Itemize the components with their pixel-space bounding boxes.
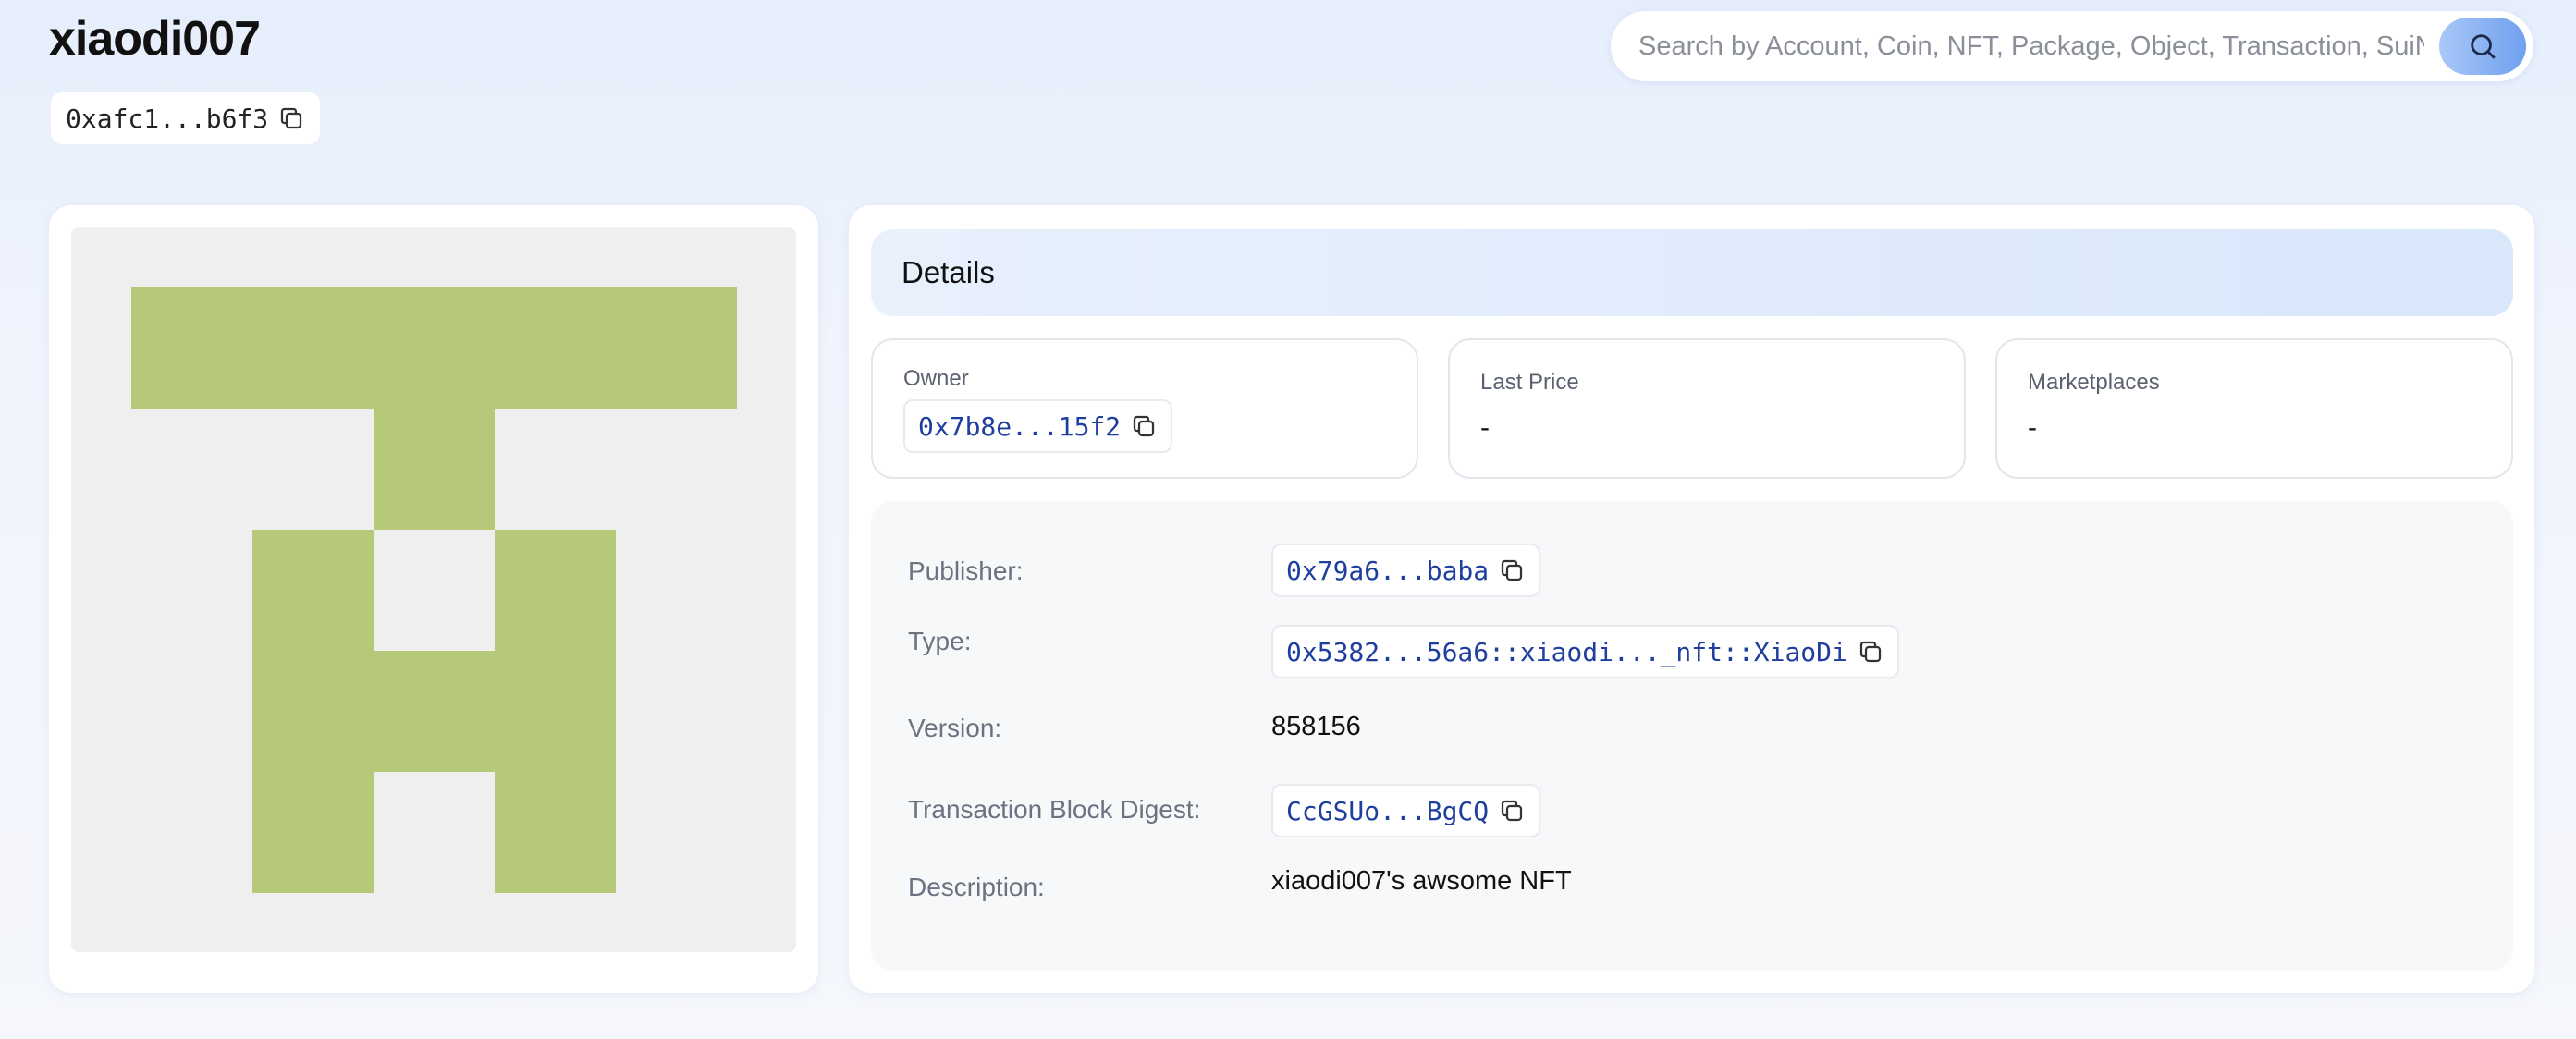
description-label: Description: — [908, 873, 1045, 901]
owner-card: Owner 0x7b8e...15f2 — [871, 338, 1418, 479]
copy-icon[interactable] — [1498, 797, 1526, 825]
owner-address: 0x7b8e...15f2 — [918, 410, 1122, 442]
type-label: Type: — [908, 627, 972, 655]
owner-address-link[interactable]: 0x7b8e...15f2 — [903, 399, 1173, 453]
marketplaces-card: Marketplaces - — [1995, 338, 2513, 479]
digest-link[interactable]: CcGSUo...BgCQ — [1271, 784, 1541, 837]
copy-icon[interactable] — [277, 104, 305, 132]
copy-icon[interactable] — [1498, 556, 1526, 584]
type-value: 0x5382...56a6::xiaodi..._nft::XiaoDi — [1286, 636, 1847, 667]
nft-pixel — [495, 530, 616, 893]
nft-image[interactable] — [71, 227, 796, 952]
type-link[interactable]: 0x5382...56a6::xiaodi..._nft::XiaoDi — [1271, 625, 1899, 678]
owner-label: Owner — [903, 366, 969, 391]
nft-pixel — [252, 530, 374, 893]
page-title: xiaodi007 — [49, 12, 261, 66]
marketplaces-value: - — [2028, 412, 2037, 443]
last-price-label: Last Price — [1480, 370, 1579, 395]
marketplaces-label: Marketplaces — [2028, 370, 2160, 395]
nft-pixel — [374, 651, 495, 772]
object-properties: Publisher: 0x79a6...baba Type: 0x5382...… — [871, 501, 2513, 971]
last-price-value: - — [1480, 412, 1490, 443]
object-id: 0xafc1...b6f3 — [66, 103, 269, 134]
object-id-chip: 0xafc1...b6f3 — [51, 92, 321, 144]
nft-image-card — [49, 205, 818, 993]
search-input[interactable] — [1638, 31, 2424, 62]
details-heading: Details — [871, 229, 2513, 316]
search-button[interactable] — [2439, 18, 2526, 75]
digest-value: CcGSUo...BgCQ — [1286, 795, 1490, 826]
publisher-address: 0x79a6...baba — [1286, 555, 1490, 586]
description-value: xiaodi007's awsome NFT — [1271, 866, 1572, 896]
publisher-link[interactable]: 0x79a6...baba — [1271, 544, 1541, 597]
details-card: Details Owner 0x7b8e...15f2 Last Price -… — [849, 205, 2534, 993]
search-bar — [1611, 11, 2533, 81]
search-icon — [2471, 34, 2496, 59]
copy-icon[interactable] — [1857, 638, 1884, 666]
nft-pixel — [131, 287, 737, 409]
nft-pixel — [374, 409, 495, 530]
digest-label: Transaction Block Digest: — [908, 795, 1201, 824]
version-label: Version: — [908, 714, 1002, 742]
version-value: 858156 — [1271, 712, 1361, 741]
publisher-label: Publisher: — [908, 556, 1024, 585]
copy-icon[interactable] — [1130, 412, 1158, 440]
last-price-card: Last Price - — [1448, 338, 1966, 479]
